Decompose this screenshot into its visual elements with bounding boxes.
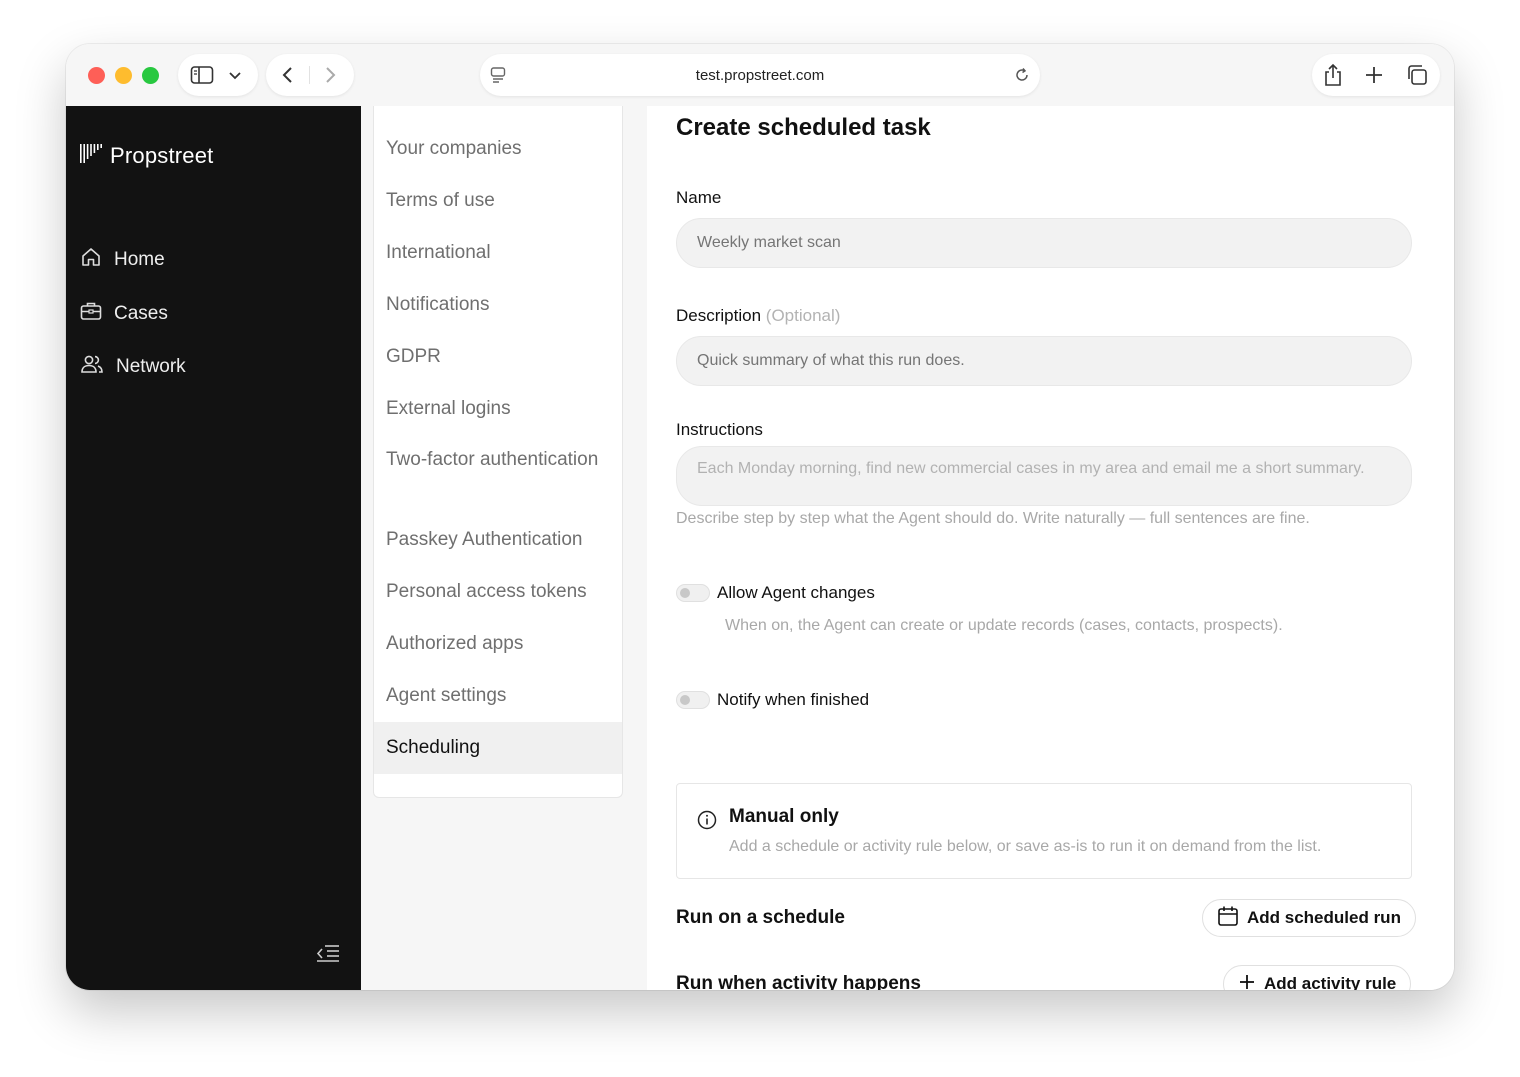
run-on-schedule-heading: Run on a schedule: [676, 907, 845, 928]
settings-item-terms-of-use[interactable]: Terms of use: [374, 187, 622, 215]
settings-panel: Your companies Terms of use Internationa…: [361, 106, 647, 990]
add-scheduled-run-button[interactable]: Add scheduled run: [1202, 899, 1416, 937]
description-label: Description (Optional): [676, 306, 840, 326]
maximize-window-button[interactable]: [142, 67, 159, 84]
sidebar-toggle-group: [178, 54, 258, 96]
home-icon: [80, 246, 102, 274]
instructions-label: Instructions: [676, 420, 763, 439]
page-title: Create scheduled task: [676, 114, 931, 141]
settings-item-authorized-apps[interactable]: Authorized apps: [374, 630, 622, 658]
collapse-sidebar-icon[interactable]: [315, 942, 341, 969]
chevron-down-icon[interactable]: [228, 68, 242, 82]
browser-toolbar: test.propstreet.com: [66, 44, 1454, 106]
settings-item-access-tokens[interactable]: Personal access tokens: [374, 578, 622, 606]
run-on-activity-heading: Run when activity happens: [676, 973, 921, 990]
url-text[interactable]: test.propstreet.com: [696, 67, 824, 84]
close-window-button[interactable]: [88, 67, 105, 84]
optional-hint: (Optional): [765, 306, 841, 325]
sidebar-item-label: Network: [116, 356, 186, 377]
sidebar-item-cases[interactable]: Cases: [80, 300, 168, 328]
callout-description: Add a schedule or activity rule below, o…: [729, 838, 1322, 855]
minimize-window-button[interactable]: [115, 67, 132, 84]
briefcase-icon: [80, 300, 102, 328]
back-icon[interactable]: [280, 65, 296, 85]
settings-item-agent-settings[interactable]: Agent settings: [374, 682, 622, 710]
address-bar[interactable]: test.propstreet.com: [480, 54, 1040, 96]
settings-item-scheduling[interactable]: Scheduling: [374, 722, 622, 774]
name-label: Name: [676, 188, 722, 207]
browser-actions-group: [1312, 54, 1440, 96]
settings-item-notifications[interactable]: Notifications: [374, 291, 622, 319]
notify-when-finished-label: Notify when finished: [717, 690, 870, 709]
navigation-group: [266, 54, 354, 96]
reload-icon[interactable]: [1014, 67, 1030, 83]
brand-name: Propstreet: [110, 142, 214, 168]
settings-item-two-factor[interactable]: Two-factor authentication: [374, 446, 604, 474]
main-content: Create scheduled task Name Description (…: [647, 106, 1454, 990]
settings-item-passkey[interactable]: Passkey Authentication: [374, 526, 622, 554]
add-scheduled-run-label: Add scheduled run: [1247, 908, 1401, 927]
sidebar-toggle-icon[interactable]: [190, 65, 214, 85]
allow-agent-changes-label: Allow Agent changes: [717, 583, 875, 602]
brand[interactable]: Propstreet: [80, 142, 214, 169]
description-label-text: Description: [676, 306, 762, 325]
sidebar-item-label: Cases: [114, 303, 168, 324]
instructions-textarea[interactable]: Each Monday morning, find new commercial…: [676, 446, 1412, 506]
page-menu-icon[interactable]: [490, 66, 506, 84]
plus-icon: [1238, 973, 1256, 991]
add-activity-rule-label: Add activity rule: [1264, 974, 1397, 990]
description-input[interactable]: [676, 336, 1412, 386]
callout-title: Manual only: [729, 806, 839, 827]
settings-menu: Your companies Terms of use Internationa…: [373, 106, 623, 798]
browser-window: test.propstreet.com Propstreet Home Case…: [66, 44, 1454, 990]
manual-only-callout: Manual only Add a schedule or activity r…: [676, 783, 1412, 879]
nav-divider: [309, 66, 310, 84]
settings-item-international[interactable]: International: [374, 239, 622, 267]
calendar-icon: [1217, 905, 1239, 932]
new-tab-icon[interactable]: [1364, 65, 1384, 85]
app-sidebar: Propstreet Home Cases Network: [66, 106, 361, 990]
share-icon[interactable]: [1322, 63, 1344, 87]
sidebar-item-home[interactable]: Home: [80, 246, 165, 274]
tab-overview-icon[interactable]: [1406, 64, 1428, 86]
propstreet-logo-icon: [80, 142, 102, 169]
name-input[interactable]: [676, 218, 1412, 268]
settings-item-your-companies[interactable]: Your companies: [374, 135, 622, 163]
settings-item-external-logins[interactable]: External logins: [374, 395, 622, 423]
add-activity-rule-button[interactable]: Add activity rule: [1223, 965, 1412, 991]
allow-agent-changes-help: When on, the Agent can create or update …: [725, 617, 1283, 634]
people-icon: [80, 353, 104, 381]
info-icon: [697, 810, 717, 835]
sidebar-item-label: Home: [114, 249, 165, 270]
sidebar-item-network[interactable]: Network: [80, 353, 186, 381]
notify-when-finished-toggle[interactable]: [676, 691, 710, 709]
instructions-help: Describe step by step what the Agent sho…: [676, 510, 1310, 527]
allow-agent-changes-toggle[interactable]: [676, 584, 710, 602]
settings-item-gdpr[interactable]: GDPR: [374, 343, 622, 371]
forward-icon[interactable]: [322, 65, 338, 85]
